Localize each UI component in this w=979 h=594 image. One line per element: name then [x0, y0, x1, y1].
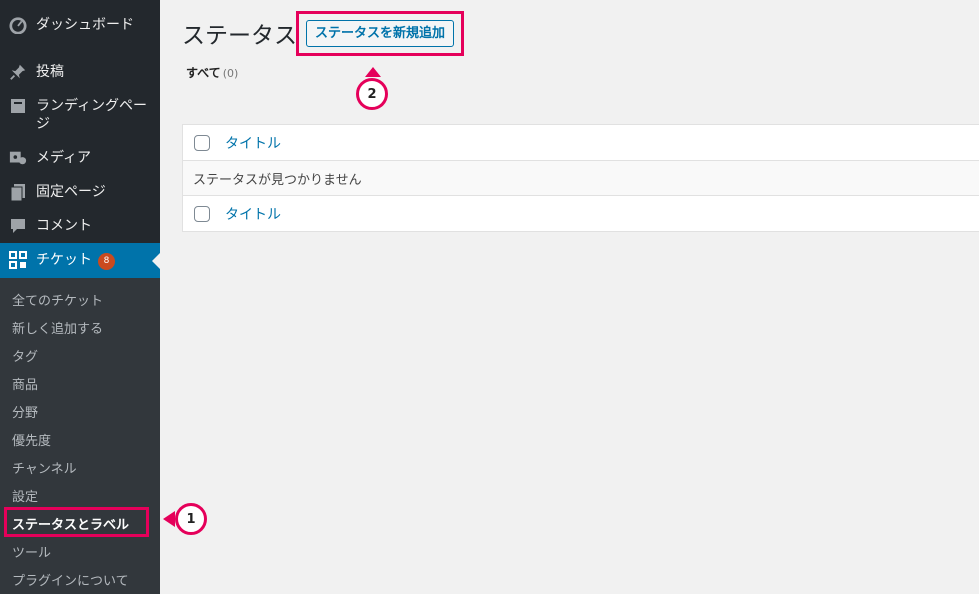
menu-label-text: チケット	[36, 252, 92, 268]
submenu-channels[interactable]: チャンネル	[12, 458, 77, 477]
menu-label: ダッシュボード	[36, 17, 134, 33]
no-items-message: ステータスが見つかりません	[193, 172, 362, 188]
menu-label: コメント	[36, 218, 92, 234]
ticket-count-badge: 8	[98, 253, 115, 270]
select-all-checkbox-footer[interactable]	[194, 206, 210, 222]
menu-label: 固定ページ	[36, 184, 106, 200]
no-items-row: ステータスが見つかりません	[183, 160, 979, 196]
submenu-priority[interactable]: 優先度	[12, 430, 51, 449]
tickets-submenu: 全てのチケット 新しく追加する タグ 商品 分野 優先度 チャンネル 設定 ステ…	[0, 278, 160, 594]
comment-icon	[8, 216, 28, 236]
status-filter: すべて (0)	[186, 64, 238, 81]
table-footer-row: タイトル	[183, 196, 979, 232]
submenu-add-new[interactable]: 新しく追加する	[12, 318, 103, 337]
menu-label: チケット 8	[36, 250, 115, 270]
column-title-header[interactable]: タイトル	[225, 133, 281, 153]
active-indicator	[152, 253, 160, 269]
ticket-grid-icon	[8, 250, 28, 270]
submenu-products[interactable]: 商品	[12, 374, 38, 393]
menu-landing-pages[interactable]: ランディングページ	[0, 96, 160, 133]
submenu-about-plugin[interactable]: プラグインについて	[12, 570, 129, 589]
menu-label: メディア	[36, 150, 92, 166]
submenu-departments[interactable]: 分野	[12, 402, 38, 421]
highlight-box-2	[296, 11, 464, 56]
select-all-checkbox[interactable]	[194, 134, 210, 151]
menu-label: 投稿	[36, 64, 64, 80]
status-list-table: タイトル ステータスが見つかりません タイトル	[182, 124, 979, 232]
menu-label: ランディングページ	[36, 98, 148, 132]
submenu-tags[interactable]: タグ	[12, 346, 38, 365]
callout-badge-2: 2	[356, 78, 388, 110]
admin-sidebar: ダッシュボード 投稿 ランディングページ メディア 固定ページ コメント チケッ…	[0, 0, 160, 594]
dashboard-icon	[8, 15, 28, 35]
menu-media[interactable]: メディア	[0, 148, 160, 168]
callout-badge-1: 1	[175, 503, 207, 535]
filter-all-count: (0)	[222, 67, 239, 80]
pin-icon	[8, 62, 28, 82]
menu-tickets[interactable]: チケット 8	[0, 243, 160, 278]
menu-comments[interactable]: コメント	[0, 216, 160, 236]
landing-page-icon	[8, 96, 28, 116]
submenu-all-tickets[interactable]: 全てのチケット	[12, 290, 103, 309]
page-icon	[8, 182, 28, 202]
page-title: ステータス	[182, 23, 297, 49]
submenu-tools[interactable]: ツール	[12, 542, 51, 561]
menu-dashboard[interactable]: ダッシュボード	[0, 15, 160, 35]
menu-posts[interactable]: 投稿	[0, 62, 160, 82]
callout-pointer-2	[365, 67, 381, 77]
filter-all-link[interactable]: すべて	[186, 66, 221, 80]
submenu-settings[interactable]: 設定	[12, 486, 38, 505]
callout-pointer-1	[163, 511, 175, 527]
highlight-box-1	[4, 507, 149, 537]
column-title-footer[interactable]: タイトル	[225, 204, 281, 224]
table-header-row: タイトル	[183, 125, 979, 160]
menu-pages[interactable]: 固定ページ	[0, 182, 160, 202]
media-icon	[8, 148, 28, 168]
